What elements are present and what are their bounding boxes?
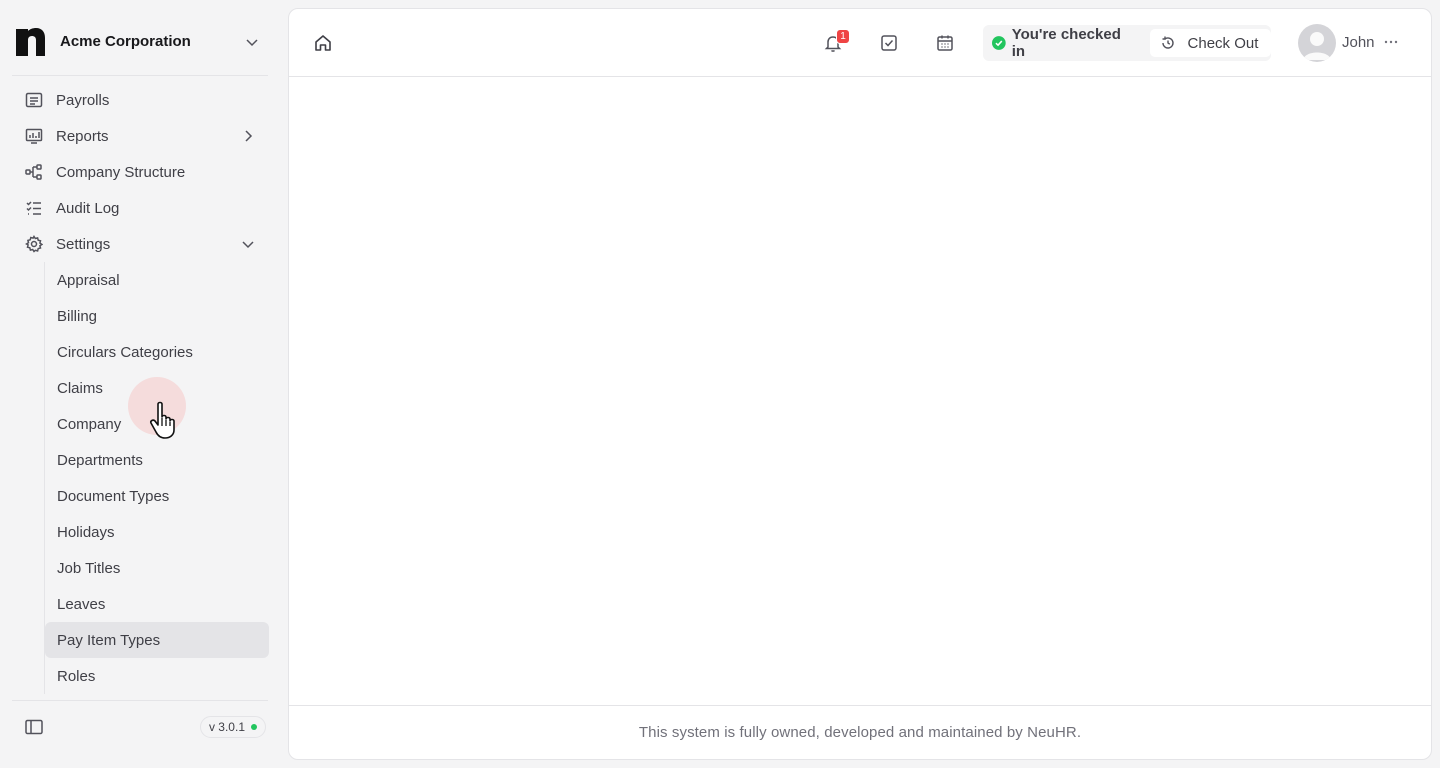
avatar[interactable] bbox=[1298, 24, 1336, 62]
task-check-icon[interactable] bbox=[879, 33, 899, 53]
footer: This system is fully owned, developed an… bbox=[289, 705, 1431, 759]
sidebar-footer: v 3.0.1 bbox=[12, 700, 268, 752]
checkin-status-text: You're checked in bbox=[1011, 26, 1121, 60]
settings-item-leaves[interactable]: Leaves bbox=[45, 586, 269, 622]
organization-name: Acme Corporation bbox=[60, 33, 191, 50]
top-bar: 1 You're checked in Check Out John bbox=[289, 9, 1431, 77]
chevron-right-icon bbox=[245, 130, 253, 142]
version-badge: v 3.0.1 bbox=[199, 715, 266, 738]
sidebar-item-company-structure[interactable]: Company Structure bbox=[12, 154, 268, 190]
main-panel: 1 You're checked in Check Out John This … bbox=[288, 8, 1432, 760]
sidebar-item-label: Payrolls bbox=[56, 91, 110, 109]
organization-switcher[interactable]: Acme Corporation bbox=[12, 8, 268, 76]
check-out-label: Check Out bbox=[1187, 34, 1259, 52]
settings-item-pay-item-types[interactable]: Pay Item Types bbox=[45, 622, 269, 658]
sidebar-item-payrolls[interactable]: Payrolls bbox=[12, 82, 268, 118]
notification-count-badge: 1 bbox=[836, 29, 850, 44]
payroll-icon bbox=[24, 90, 44, 110]
footer-text: This system is fully owned, developed an… bbox=[638, 724, 1082, 741]
settings-item-roles[interactable]: Roles bbox=[45, 658, 269, 694]
audit-log-icon bbox=[24, 198, 44, 218]
hand-pointer-cursor-icon bbox=[150, 401, 175, 439]
settings-item-appraisal[interactable]: Appraisal bbox=[45, 262, 269, 298]
structure-icon bbox=[24, 162, 44, 182]
company-logo bbox=[16, 27, 45, 56]
sidebar-item-label: Reports bbox=[56, 127, 109, 145]
sidebar-item-audit-log[interactable]: Audit Log bbox=[12, 190, 268, 226]
settings-item-document-types[interactable]: Document Types bbox=[45, 478, 269, 514]
settings-item-holidays[interactable]: Holidays bbox=[45, 514, 269, 550]
settings-item-job-titles[interactable]: Job Titles bbox=[45, 550, 269, 586]
sidebar-item-reports[interactable]: Reports bbox=[12, 118, 268, 154]
settings-item-departments[interactable]: Departments bbox=[45, 442, 269, 478]
reports-icon bbox=[24, 126, 44, 146]
sidebar-item-label: Audit Log bbox=[56, 199, 120, 217]
sidebar-item-settings[interactable]: Settings bbox=[12, 226, 268, 262]
status-dot bbox=[251, 723, 257, 730]
attendance-status: You're checked in Check Out bbox=[983, 25, 1271, 61]
sidebar-item-label: Settings bbox=[56, 235, 111, 253]
gear-icon bbox=[24, 234, 44, 254]
home-icon[interactable] bbox=[313, 33, 333, 53]
settings-submenu: Appraisal Billing Circulars Categories C… bbox=[44, 262, 269, 694]
user-avatar-icon bbox=[1303, 32, 1331, 60]
settings-item-billing[interactable]: Billing bbox=[45, 298, 269, 334]
clock-rotate-icon bbox=[1161, 36, 1174, 49]
check-out-button[interactable]: Check Out bbox=[1149, 29, 1271, 57]
more-horizontal-icon[interactable] bbox=[1382, 33, 1400, 51]
chevron-down-icon bbox=[242, 241, 254, 249]
user-name[interactable]: John bbox=[1342, 34, 1375, 51]
check-circle-icon bbox=[992, 36, 1006, 50]
settings-item-circulars-categories[interactable]: Circulars Categories bbox=[45, 334, 269, 370]
chevron-down-icon[interactable] bbox=[244, 34, 260, 50]
version-label: v 3.0.1 bbox=[208, 719, 245, 734]
sidebar-item-label: Company Structure bbox=[56, 163, 186, 181]
sidebar-toggle-icon[interactable] bbox=[24, 717, 44, 737]
calendar-icon[interactable] bbox=[935, 33, 955, 53]
